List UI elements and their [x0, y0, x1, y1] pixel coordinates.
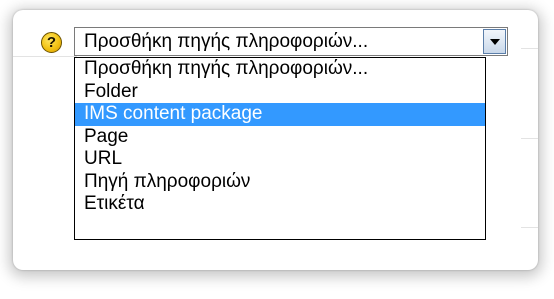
help-icon[interactable]: ? [41, 32, 62, 53]
question-mark-glyph: ? [46, 34, 57, 51]
option-page[interactable]: Page [75, 126, 485, 149]
option-folder[interactable]: Folder [75, 81, 485, 104]
option-ims-content-package[interactable]: IMS content package [75, 103, 485, 126]
option-label[interactable]: Ετικέτα [75, 193, 485, 216]
divider [13, 56, 77, 57]
add-resource-select[interactable]: Προσθήκη πηγής πληροφοριών... [74, 27, 508, 56]
page-card: ? Προσθήκη πηγής πληροφοριών... Προσθήκη… [13, 10, 538, 270]
divider [521, 227, 538, 228]
option-resource[interactable]: Πηγή πληροφοριών [75, 171, 485, 194]
option-add-resource[interactable]: Προσθήκη πηγής πληροφοριών... [75, 58, 485, 81]
divider [521, 138, 538, 139]
option-url[interactable]: URL [75, 148, 485, 171]
select-current-value: Προσθήκη πηγής πληροφοριών... [84, 31, 369, 52]
divider [521, 48, 538, 49]
chevron-down-icon [489, 38, 500, 45]
dropdown-toggle-button[interactable] [483, 29, 506, 54]
dropdown-list: Προσθήκη πηγής πληροφοριών... Folder IMS… [74, 57, 486, 240]
